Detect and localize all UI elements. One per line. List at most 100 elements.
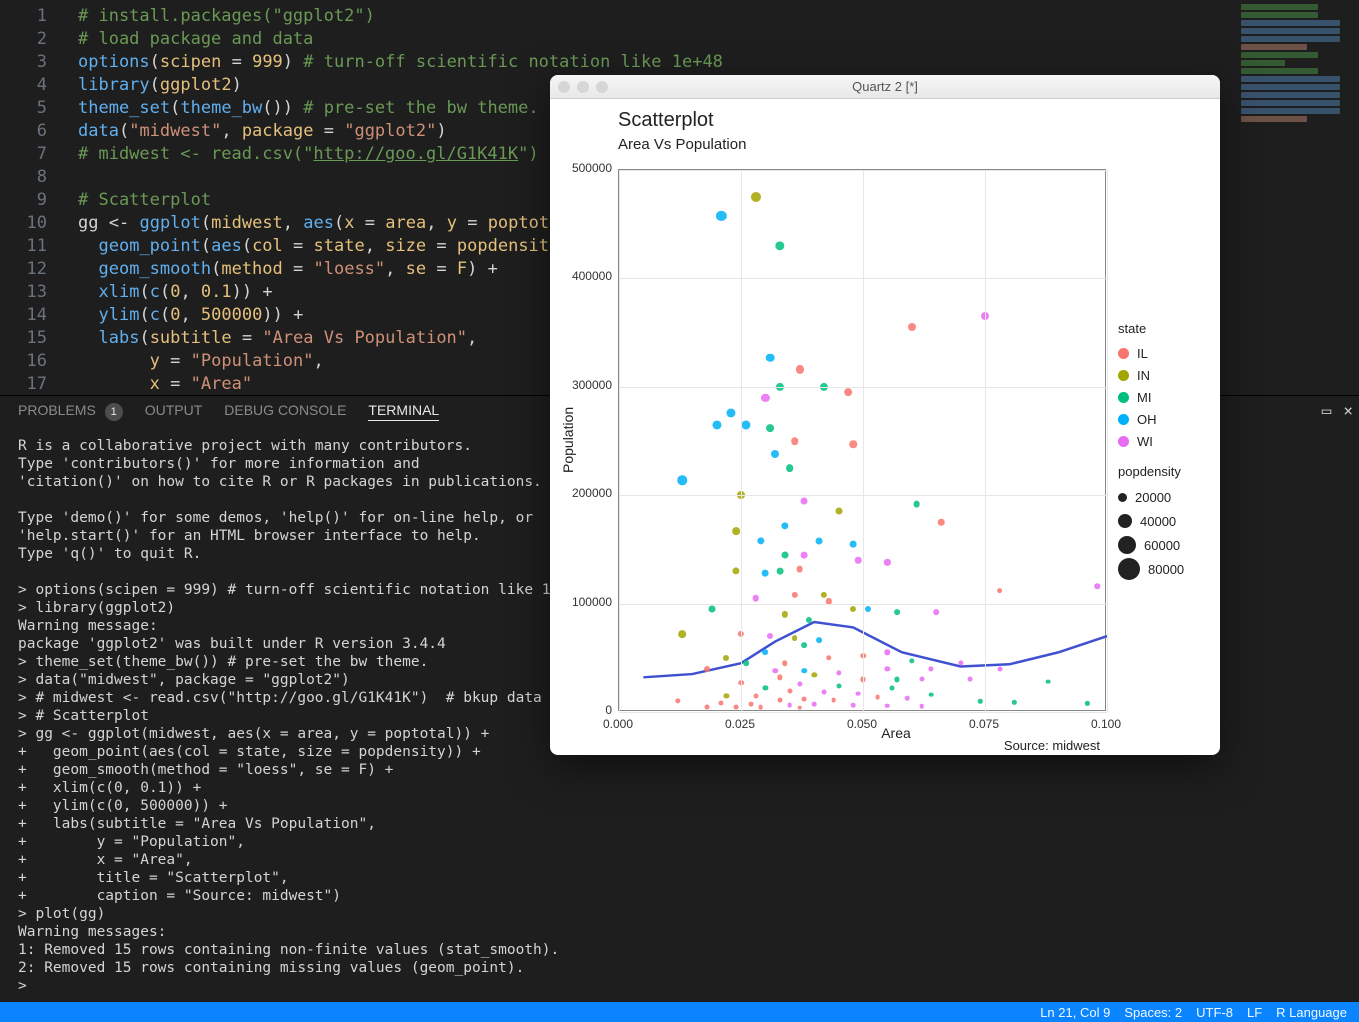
data-point	[777, 568, 784, 575]
data-point	[850, 541, 857, 548]
data-point	[849, 441, 857, 449]
data-point	[890, 686, 895, 691]
legend-label: IN	[1137, 368, 1150, 383]
tab-problems-label: PROBLEMS	[18, 402, 96, 418]
y-axis-label: Population	[560, 169, 576, 711]
panel-actions: ▭ ×	[1322, 401, 1353, 420]
data-point	[787, 703, 792, 708]
data-point	[816, 638, 822, 644]
legend-size-item: 80000	[1118, 557, 1184, 581]
data-point	[732, 527, 740, 535]
data-point	[752, 595, 759, 602]
data-point	[766, 424, 774, 432]
line-number-gutter: 1234567891011121314151617	[0, 5, 65, 396]
data-point	[801, 497, 808, 504]
legend-size-dot	[1118, 493, 1127, 502]
legend-swatch	[1118, 414, 1129, 425]
data-point	[1085, 701, 1089, 705]
x-tick: 0.025	[722, 717, 758, 731]
minimap[interactable]	[1241, 4, 1351, 124]
data-point	[781, 522, 788, 529]
data-point	[958, 661, 963, 666]
data-point	[856, 691, 861, 696]
tab-output[interactable]: OUTPUT	[145, 402, 203, 421]
legend-swatch	[1118, 436, 1129, 447]
data-point	[762, 570, 769, 577]
data-point	[836, 670, 841, 675]
legend-size-dot	[1118, 536, 1136, 554]
legend-item: IN	[1118, 364, 1184, 386]
data-point	[679, 630, 687, 638]
legend-size-item: 60000	[1118, 533, 1184, 557]
data-point	[875, 694, 880, 699]
data-point	[1094, 584, 1100, 590]
data-point	[801, 551, 808, 558]
plot-titlebar[interactable]: Quartz 2 [*]	[550, 75, 1220, 99]
data-point	[855, 557, 862, 564]
data-point	[929, 666, 934, 671]
legend-label: WI	[1137, 434, 1153, 449]
legend-size-item: 20000	[1118, 485, 1184, 509]
legend-size-label: 20000	[1135, 490, 1171, 505]
legend-item: OH	[1118, 408, 1184, 430]
y-tick: 200000	[572, 486, 612, 500]
plot-window[interactable]: Quartz 2 [*] Scatterplot Area Vs Populat…	[550, 75, 1220, 755]
status-language[interactable]: R Language	[1276, 1005, 1347, 1020]
data-point	[913, 500, 920, 507]
data-point	[781, 551, 788, 558]
chart-panel	[618, 169, 1106, 711]
legend-swatch	[1118, 392, 1129, 403]
data-point	[734, 705, 739, 710]
legend-size-item: 40000	[1118, 509, 1184, 533]
data-point	[797, 681, 802, 686]
y-tick: 500000	[572, 161, 612, 175]
tab-debug-console[interactable]: DEBUG CONSOLE	[224, 402, 346, 421]
data-point	[791, 437, 799, 445]
data-point	[792, 592, 798, 598]
data-point	[997, 588, 1003, 594]
data-point	[708, 606, 715, 613]
status-encoding[interactable]: UTF-8	[1196, 1005, 1233, 1020]
data-point	[1046, 679, 1051, 684]
plot-body: Scatterplot Area Vs Population Populatio…	[550, 99, 1220, 755]
tab-problems[interactable]: PROBLEMS 1	[18, 402, 123, 421]
data-point	[908, 323, 916, 331]
data-point	[894, 609, 900, 615]
legend-swatch	[1118, 348, 1129, 359]
legend-label: IL	[1137, 346, 1148, 361]
legend-size-label: 80000	[1148, 562, 1184, 577]
status-eol[interactable]: LF	[1247, 1005, 1262, 1020]
data-point	[802, 668, 808, 674]
data-point	[978, 699, 982, 703]
legend-item: WI	[1118, 430, 1184, 452]
data-point	[704, 666, 710, 672]
data-point	[997, 666, 1002, 671]
data-point	[821, 690, 826, 695]
data-point	[771, 450, 779, 458]
data-point	[851, 703, 856, 708]
data-point	[741, 420, 750, 429]
data-point	[792, 635, 798, 641]
data-point	[763, 649, 769, 655]
data-point	[772, 668, 778, 674]
close-panel-icon[interactable]: ×	[1343, 401, 1353, 420]
data-point	[812, 702, 817, 707]
data-point	[743, 660, 749, 666]
data-point	[777, 675, 782, 680]
tab-terminal[interactable]: TERMINAL	[368, 402, 439, 421]
data-point	[712, 420, 721, 429]
data-point	[763, 686, 768, 691]
status-spaces[interactable]: Spaces: 2	[1124, 1005, 1182, 1020]
status-lncol[interactable]: Ln 21, Col 9	[1040, 1005, 1110, 1020]
data-point	[968, 677, 973, 682]
legend-size-label: 40000	[1140, 514, 1176, 529]
y-tick: 0	[605, 703, 612, 717]
chart-caption: Source: midwest	[1004, 738, 1100, 753]
data-point	[821, 592, 827, 598]
data-point	[733, 568, 740, 575]
data-point	[835, 508, 842, 515]
data-point	[919, 704, 924, 709]
split-panel-icon[interactable]: ▭	[1322, 401, 1332, 420]
data-point	[850, 606, 856, 612]
data-point	[796, 566, 803, 573]
